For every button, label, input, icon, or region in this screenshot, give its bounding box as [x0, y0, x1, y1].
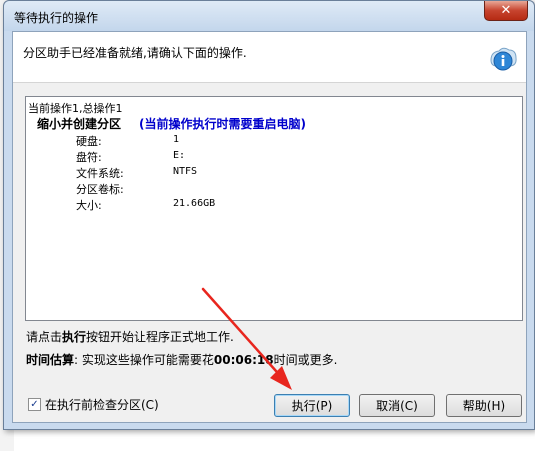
dialog-body: 分区助手已经准备就绪,请确认下面的操作. 当前操作1,总操作1 缩小并创建分区 (… [12, 31, 527, 423]
execute-hint: 请点击执行按钮开始让程序正式地工作. [26, 328, 234, 345]
check-partition-label[interactable]: 在执行前检查分区(C) [45, 396, 159, 413]
window-title: 等待执行的操作 [14, 11, 99, 25]
info-icon [490, 47, 517, 71]
header-panel: 分区助手已经准备就绪,请确认下面的操作. [13, 32, 526, 83]
estimate-suffix: 时间或更多. [273, 353, 338, 367]
hint-suffix: 按钮开始让程序正式地工作. [86, 330, 234, 344]
operation-summary: 当前操作1,总操作1 [28, 102, 123, 115]
header-text: 分区助手已经准备就绪,请确认下面的操作. [23, 46, 247, 60]
cancel-button[interactable]: 取消(C) [359, 394, 435, 417]
size-label: 大小: [76, 199, 102, 212]
operation-report: 当前操作1,总操作1 缩小并创建分区 (当前操作执行时需要重启电脑) 硬盘: 1 … [25, 96, 523, 321]
time-estimate: 时间估算: 实现这些操作可能需要花00:06:18时间或更多. [26, 351, 337, 368]
size-value: 21.66GB [173, 198, 216, 209]
volume-label-label: 分区卷标: [76, 183, 124, 196]
estimate-time: 00:06:18 [213, 353, 274, 367]
check-before-execute[interactable]: ✓ 在执行前检查分区(C) [28, 396, 159, 413]
hint-prefix: 请点击 [26, 330, 63, 344]
pending-operations-dialog: 等待执行的操作 ✕ 分区助手已经准备就绪,请确认下面的操作. 当前操作1,总操作… [3, 0, 535, 430]
close-button[interactable]: ✕ [484, 1, 528, 21]
estimate-label: 时间估算 [26, 353, 75, 367]
restart-warning: (当前操作执行时需要重启电脑) [139, 117, 306, 131]
operation-title: 缩小并创建分区 (当前操作执行时需要重启电脑) [37, 115, 306, 132]
estimate-text: : 实现这些操作可能需要花 [74, 353, 214, 367]
help-button[interactable]: 帮助(H) [446, 394, 522, 417]
file-system-value: NTFS [173, 166, 198, 177]
hint-keyword: 执行 [62, 330, 87, 344]
execute-button[interactable]: 执行(P) [274, 394, 350, 417]
title-bar[interactable]: 等待执行的操作 ✕ [4, 1, 534, 31]
drive-letter-value: E: [173, 150, 186, 161]
check-partition-checkbox[interactable]: ✓ [28, 398, 41, 411]
disk-value: 1 [173, 134, 180, 145]
operation-name: 缩小并创建分区 [37, 117, 122, 131]
file-system-label: 文件系统: [76, 167, 124, 180]
disk-label: 硬盘: [76, 135, 102, 148]
drive-letter-label: 盘符: [76, 151, 102, 164]
